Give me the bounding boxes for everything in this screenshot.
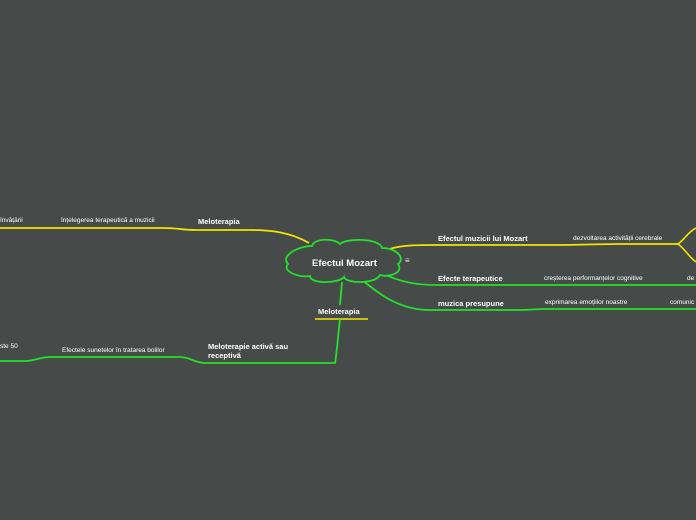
node-right-bot-cut[interactable]: comunic [670, 299, 694, 307]
center-node-title[interactable]: Efectul Mozart [312, 259, 377, 269]
connector-center-bottom [339, 281, 343, 306]
node-right-mid-cut[interactable]: de [687, 275, 694, 283]
connector-fork [677, 227, 696, 263]
node-intelegerea[interactable]: înțelegerea terapeutică a muzicii [61, 217, 155, 225]
menu-icon[interactable]: ≡ [405, 257, 410, 265]
node-cresterea[interactable]: creșterea performanțelor cognitive [544, 275, 643, 283]
node-efectele-sunetelor[interactable]: Efectele sunetelor în tratarea bolilor [62, 347, 165, 355]
node-dezvoltarea[interactable]: dezvoltarea activității cerebrale [573, 235, 662, 243]
node-meloterapia-left[interactable]: Meloterapia [198, 218, 240, 226]
node-muzica-presupune[interactable]: muzica presupune [438, 300, 504, 308]
node-left-top-cut[interactable]: învățării [0, 217, 23, 225]
node-exprimarea[interactable]: exprimarea emoțiilor noastre [545, 299, 627, 307]
node-efecte-terapeutice[interactable]: Efecte terapeutice [438, 275, 503, 283]
node-meloterapie-activa-line1[interactable]: Meloterapie activă sau [208, 343, 288, 351]
node-left-bot-cut[interactable]: ste 50 [0, 343, 18, 351]
node-meloterapie-activa-line2[interactable]: receptivă [208, 352, 241, 360]
node-efectul-muzicii[interactable]: Efectul muzicii lui Mozart [438, 235, 528, 243]
connector-center-right-top [383, 243, 678, 252]
connector-bottom-left-bot [0, 318, 341, 364]
mind-map-canvas: Efectul Mozart ≡ Efectul muzicii lui Moz… [0, 0, 696, 520]
node-meloterapia-bottom[interactable]: Meloterapia [318, 308, 360, 316]
connector-center-right-mid [383, 273, 696, 286]
connector-center-left-top [0, 227, 310, 244]
